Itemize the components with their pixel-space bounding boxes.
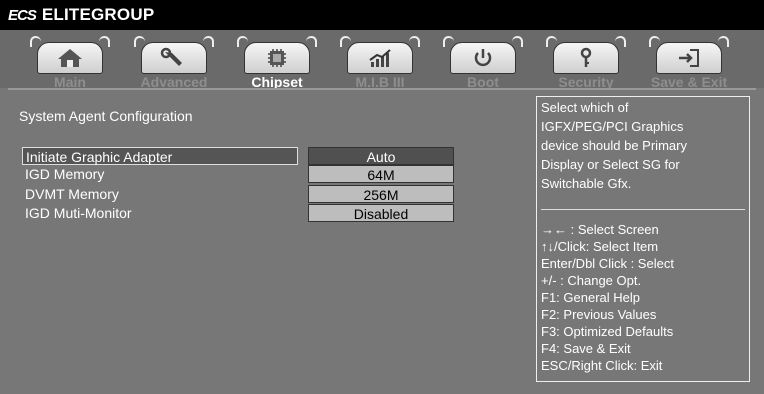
setting-value[interactable]: 256M — [308, 185, 454, 203]
help-key: F2: Previous Values — [541, 307, 657, 322]
power-icon — [474, 49, 492, 67]
help-key: ESC/Right Click: Exit — [541, 358, 663, 373]
help-line: IGFX/PEG/PCI Graphics — [541, 119, 684, 134]
help-key: Enter/Dbl Click : Select — [541, 256, 674, 271]
setting-value[interactable]: Disabled — [308, 204, 454, 222]
exit-icon — [679, 49, 699, 67]
setting-dvmt-memory[interactable]: DVMT Memory 256M — [22, 185, 454, 203]
setting-igd-memory[interactable]: IGD Memory 64M — [22, 165, 454, 183]
help-key: F3: Optimized Defaults — [541, 324, 674, 339]
setting-value[interactable]: 64M — [308, 165, 454, 183]
help-key: →← : Select Screen — [541, 222, 659, 237]
brand-mark: ECS — [8, 6, 37, 24]
chart-icon — [369, 49, 391, 67]
help-divider — [541, 209, 745, 210]
tab-strip: Main Advanced Chipset M.I.B III Boot Sec… — [0, 30, 764, 90]
tab-save-exit[interactable] — [649, 36, 729, 74]
help-key: +/- : Change Opt. — [541, 273, 642, 288]
help-description: Select which of IGFX/PEG/PCI Graphics de… — [541, 98, 749, 193]
tab-security[interactable] — [546, 36, 626, 74]
help-panel: Select which of IGFX/PEG/PCI Graphics de… — [536, 96, 750, 382]
tab-mib[interactable] — [340, 36, 420, 74]
help-keys: →← : Select Screen ↑↓/Click: Select Item… — [541, 221, 747, 374]
help-line: device should be Primary — [541, 138, 687, 153]
section-title: System Agent Configuration — [19, 108, 193, 124]
key-icon — [580, 47, 592, 67]
setting-label: IGD Memory — [25, 166, 105, 182]
setting-value[interactable]: Auto — [308, 147, 454, 165]
tab-advanced[interactable] — [134, 36, 214, 74]
chip-icon — [268, 49, 286, 67]
home-icon — [58, 49, 82, 67]
help-line: Display or Select SG for — [541, 157, 680, 172]
setting-igd-muti-monitor[interactable]: IGD Muti-Monitor Disabled — [22, 204, 454, 222]
brand-name: ELITEGROUP — [41, 5, 155, 24]
help-line: Select which of — [541, 100, 629, 115]
brand-logo: ECS ELITEGROUP — [8, 5, 154, 25]
top-bar: ECS ELITEGROUP — [0, 0, 764, 30]
help-line: Switchable Gfx. — [541, 176, 632, 191]
help-key: ↑↓/Click: Select Item — [541, 239, 659, 254]
tab-chipset[interactable] — [237, 36, 317, 74]
help-key: F4: Save & Exit — [541, 341, 631, 356]
tab-main[interactable] — [30, 36, 110, 74]
wrench-icon — [160, 47, 182, 66]
tab-boot[interactable] — [443, 36, 523, 74]
setting-label: DVMT Memory — [25, 186, 119, 202]
setting-initiate-graphic-adapter[interactable]: Initiate Graphic Adapter Auto — [22, 147, 454, 165]
setting-label: IGD Muti-Monitor — [25, 205, 132, 221]
setting-label: Initiate Graphic Adapter — [22, 147, 298, 165]
help-key: F1: General Help — [541, 290, 640, 305]
